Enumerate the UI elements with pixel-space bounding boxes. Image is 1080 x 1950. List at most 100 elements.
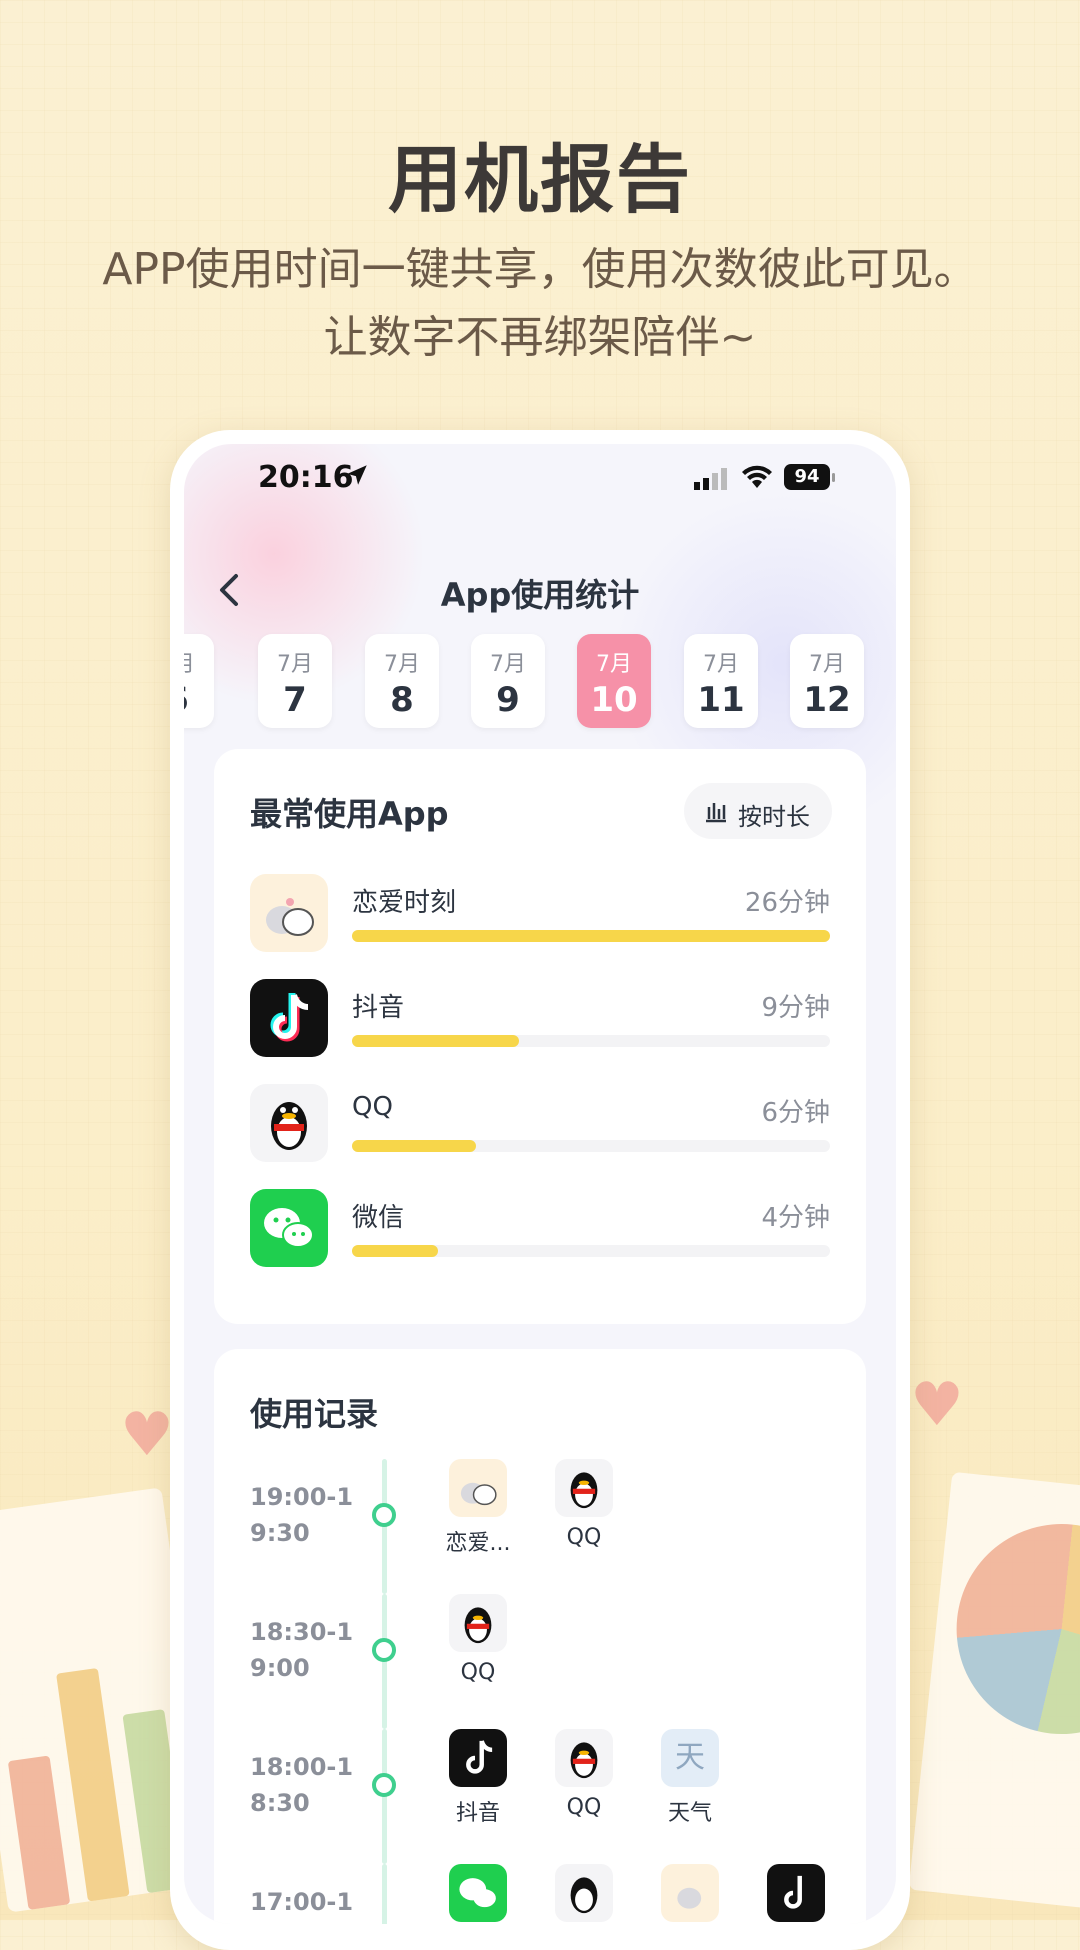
douyin-app-icon <box>449 1729 507 1787</box>
usage-bar-track <box>352 930 830 942</box>
app-usage-time: 4分钟 <box>761 1203 830 1233</box>
record-app[interactable]: QQ <box>536 1729 632 1820</box>
phone-screen: 20:16 94 App使用统计 7月 6 7月 7 7月 8 <box>184 444 896 1924</box>
top-app-row[interactable]: 恋爱时刻 26分钟 <box>250 874 830 954</box>
top-apps-card: 最常使用App 按时长 恋爱时刻 26分钟 抖音 9分钟 QQ 6分钟 微信 4… <box>214 749 866 1324</box>
wechat-app-icon <box>449 1864 507 1922</box>
record-app[interactable] <box>430 1864 526 1922</box>
usage-bar-track <box>352 1245 830 1257</box>
timeline-dot <box>372 1638 396 1662</box>
usage-bar-fill <box>352 1245 439 1257</box>
love-moment-app-icon <box>449 1459 507 1517</box>
hero-subtitle: APP使用时间一键共享，使用次数彼此可见。 让数字不再绑架陪伴~ <box>0 236 1080 372</box>
app-usage-time: 26分钟 <box>744 888 830 918</box>
record-row: 18:00-1 8:30 抖音 QQ 天 天气 <box>214 1729 866 1864</box>
record-time-line1: 17:00-1 <box>250 1888 354 1916</box>
usage-bar-fill <box>352 1035 520 1047</box>
date-chip-12[interactable]: 7月 12 <box>790 634 864 728</box>
date-month: 7月 <box>703 652 739 677</box>
status-bar: 20:16 94 <box>184 444 896 514</box>
wifi-icon <box>742 465 772 488</box>
date-month: 7月 <box>384 652 420 677</box>
decorative-pie-chart-paper <box>908 1471 1080 1909</box>
timeline-dot <box>372 1773 396 1797</box>
heart-icon: ♥ <box>120 1400 174 1470</box>
qq-app-icon <box>555 1729 613 1787</box>
bar-chart-icon <box>706 803 726 823</box>
date-chip-6[interactable]: 7月 6 <box>184 634 214 728</box>
date-chip-10-selected[interactable]: 7月 10 <box>577 634 651 728</box>
record-row: 18:30-1 9:00 QQ <box>214 1594 866 1729</box>
top-app-row[interactable]: 抖音 9分钟 <box>250 979 830 1059</box>
date-day: 7 <box>283 680 307 720</box>
record-app[interactable] <box>642 1864 738 1922</box>
douyin-app-icon <box>767 1864 825 1922</box>
timeline-line <box>382 1864 387 1924</box>
decorative-bar <box>7 1755 71 1910</box>
decorative-pie <box>946 1513 1080 1745</box>
date-chip-7[interactable]: 7月 7 <box>258 634 332 728</box>
qq-app-icon <box>555 1459 613 1517</box>
date-day: 9 <box>496 680 520 720</box>
app-name: QQ <box>352 1092 393 1122</box>
app-name: 抖音 <box>352 993 405 1023</box>
date-chip-9[interactable]: 7月 9 <box>471 634 545 728</box>
date-month: 7月 <box>490 652 526 677</box>
record-time-line2: 8:30 <box>250 1789 310 1817</box>
record-app[interactable]: QQ <box>430 1594 526 1685</box>
record-app[interactable]: 恋爱... <box>430 1459 526 1557</box>
record-row: 17:00-1 <box>214 1864 866 1924</box>
location-arrow-icon <box>347 465 367 485</box>
nav-bar: App使用统计 <box>184 554 896 624</box>
record-app[interactable]: 天 天气 <box>642 1729 738 1827</box>
date-month: 7月 <box>184 646 214 678</box>
record-time-line1: 18:00-1 <box>250 1753 354 1781</box>
record-time-range: 19:00-1 9:30 <box>250 1479 360 1551</box>
record-app[interactable]: QQ <box>536 1459 632 1550</box>
record-app[interactable] <box>536 1864 632 1922</box>
heart-icon: ♥ <box>910 1370 964 1440</box>
app-name: 微信 <box>352 1203 405 1233</box>
date-chip-8[interactable]: 7月 8 <box>365 634 439 728</box>
record-app-name: QQ <box>566 1525 602 1550</box>
decorative-bar <box>56 1667 130 1902</box>
status-time: 20:16 <box>258 460 354 495</box>
page-title: App使用统计 <box>440 576 640 614</box>
phone-frame: 20:16 94 App使用统计 7月 6 7月 7 7月 8 <box>170 430 910 1950</box>
douyin-app-icon <box>250 979 328 1057</box>
date-day: 10 <box>590 680 638 720</box>
record-time-line1: 18:30-1 <box>250 1618 354 1646</box>
record-row: 19:00-1 9:30 恋爱... QQ <box>214 1459 866 1594</box>
top-app-row[interactable]: 微信 4分钟 <box>250 1189 830 1269</box>
weather-app-icon: 天 <box>661 1729 719 1787</box>
record-time-range: 18:30-1 9:00 <box>250 1614 360 1686</box>
date-selector: 7月 6 7月 7 7月 8 7月 9 7月 10 7月 11 <box>184 634 896 734</box>
app-usage-time: 6分钟 <box>761 1098 830 1128</box>
love-moment-app-icon <box>250 874 328 952</box>
usage-bar-fill <box>352 930 830 942</box>
record-time-range: 17:00-1 <box>250 1884 360 1920</box>
qq-app-icon <box>555 1864 613 1922</box>
usage-bar-track <box>352 1035 830 1047</box>
record-app-name: 抖音 <box>455 1801 500 1826</box>
record-app-name: 恋爱... <box>445 1531 511 1556</box>
top-apps-title: 最常使用App <box>250 795 449 833</box>
usage-records-card: 使用记录 19:00-1 9:30 恋爱... QQ 18:30-1 9:00 … <box>214 1349 866 1924</box>
app-usage-time: 9分钟 <box>761 993 830 1023</box>
battery-icon: 94 <box>784 464 830 490</box>
sort-by-duration-button[interactable]: 按时长 <box>684 783 832 839</box>
record-app-name: QQ <box>566 1795 602 1820</box>
record-time-line2: 9:30 <box>250 1519 310 1547</box>
usage-bar-track <box>352 1140 830 1152</box>
record-app[interactable]: 抖音 <box>430 1729 526 1827</box>
record-app[interactable] <box>748 1864 844 1922</box>
wechat-app-icon <box>250 1189 328 1267</box>
qq-app-icon <box>250 1084 328 1162</box>
love-moment-app-icon <box>661 1864 719 1922</box>
record-app-name: 天气 <box>667 1801 712 1826</box>
date-day: 6 <box>184 680 214 720</box>
top-app-row[interactable]: QQ 6分钟 <box>250 1084 830 1164</box>
sort-button-label: 按时长 <box>738 803 810 831</box>
date-chip-11[interactable]: 7月 11 <box>684 634 758 728</box>
date-day: 11 <box>697 680 745 720</box>
